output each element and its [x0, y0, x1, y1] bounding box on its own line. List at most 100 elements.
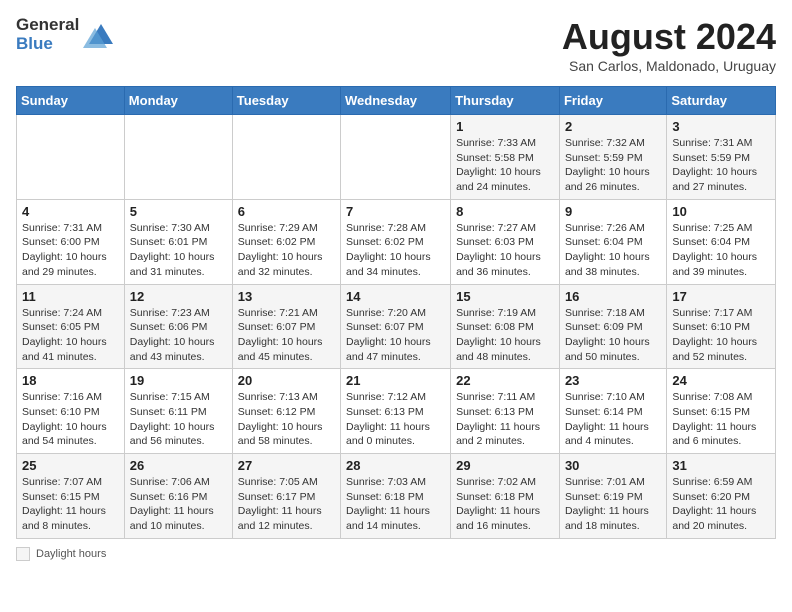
- calendar-cell: 31Sunrise: 6:59 AM Sunset: 6:20 PM Dayli…: [667, 454, 776, 539]
- day-number: 7: [346, 204, 445, 219]
- calendar-cell: 17Sunrise: 7:17 AM Sunset: 6:10 PM Dayli…: [667, 284, 776, 369]
- day-info: Sunrise: 7:05 AM Sunset: 6:17 PM Dayligh…: [238, 475, 335, 534]
- day-info: Sunrise: 7:28 AM Sunset: 6:02 PM Dayligh…: [346, 221, 445, 280]
- calendar-cell: 20 Sunrise: 7:13 AM Sunset: 6:12 PM Dayli…: [232, 369, 340, 454]
- calendar-week-row: 4 Sunrise: 7:31 AM Sunset: 6:00 PM Daylig…: [17, 199, 776, 284]
- day-info: Sunrise: 7:12 AM Sunset: 6:13 PM Dayligh…: [346, 390, 445, 449]
- legend-box: [16, 547, 30, 561]
- location-subtitle: San Carlos, Maldonado, Uruguay: [562, 58, 776, 74]
- day-info: Sunrise: 7:33 AM Sunset: 5:58 PM Dayligh…: [456, 136, 554, 195]
- calendar-cell: 1 Sunrise: 7:33 AM Sunset: 5:58 PM Daylig…: [451, 115, 560, 200]
- logo: General Blue: [16, 16, 113, 53]
- day-number: 23: [565, 373, 661, 388]
- day-number: 19: [130, 373, 227, 388]
- calendar-cell: 6 Sunrise: 7:29 AM Sunset: 6:02 PM Daylig…: [232, 199, 340, 284]
- day-number: 29: [456, 458, 554, 473]
- calendar-table: SundayMondayTuesdayWednesdayThursdayFrid…: [16, 86, 776, 539]
- month-title: August 2024: [562, 16, 776, 58]
- col-header-tuesday: Tuesday: [232, 87, 340, 115]
- day-number: 11: [22, 289, 119, 304]
- calendar-cell: 25Sunrise: 7:07 AM Sunset: 6:15 PM Dayli…: [17, 454, 125, 539]
- day-number: 9: [565, 204, 661, 219]
- calendar-cell: 14 Sunrise: 7:20 AM Sunset: 6:07 PM Dayli…: [341, 284, 451, 369]
- day-number: 28: [346, 458, 445, 473]
- col-header-sunday: Sunday: [17, 87, 125, 115]
- day-info: Sunrise: 7:02 AM Sunset: 6:18 PM Dayligh…: [456, 475, 554, 534]
- calendar-cell: 13Sunrise: 7:21 AM Sunset: 6:07 PM Dayli…: [232, 284, 340, 369]
- calendar-week-row: 18Sunrise: 7:16 AM Sunset: 6:10 PM Dayli…: [17, 369, 776, 454]
- calendar-cell: 10 Sunrise: 7:25 AM Sunset: 6:04 PM Dayli…: [667, 199, 776, 284]
- col-header-saturday: Saturday: [667, 87, 776, 115]
- calendar-cell: 15Sunrise: 7:19 AM Sunset: 6:08 PM Dayli…: [451, 284, 560, 369]
- calendar-cell: 5Sunrise: 7:30 AM Sunset: 6:01 PM Daylig…: [124, 199, 232, 284]
- day-number: 10: [672, 204, 770, 219]
- day-info: Sunrise: 7:03 AM Sunset: 6:18 PM Dayligh…: [346, 475, 445, 534]
- day-info: Sunrise: 7:27 AM Sunset: 6:03 PM Dayligh…: [456, 221, 554, 280]
- logo-icon: [83, 20, 113, 50]
- day-info: Sunrise: 7:25 AM Sunset: 6:04 PM Dayligh…: [672, 221, 770, 280]
- calendar-header-row: SundayMondayTuesdayWednesdayThursdayFrid…: [17, 87, 776, 115]
- col-header-friday: Friday: [559, 87, 666, 115]
- calendar-week-row: 11 Sunrise: 7:24 AM Sunset: 6:05 PM Dayli…: [17, 284, 776, 369]
- day-number: 18: [22, 373, 119, 388]
- day-info: Sunrise: 7:01 AM Sunset: 6:19 PM Dayligh…: [565, 475, 661, 534]
- title-area: August 2024 San Carlos, Maldonado, Urugu…: [562, 16, 776, 74]
- calendar-cell: 18Sunrise: 7:16 AM Sunset: 6:10 PM Dayli…: [17, 369, 125, 454]
- calendar-cell: 29 Sunrise: 7:02 AM Sunset: 6:18 PM Dayli…: [451, 454, 560, 539]
- calendar-cell: 3 Sunrise: 7:31 AM Sunset: 5:59 PM Daylig…: [667, 115, 776, 200]
- day-number: 2: [565, 119, 661, 134]
- calendar-cell: [124, 115, 232, 200]
- day-number: 30: [565, 458, 661, 473]
- calendar-cell: 23 Sunrise: 7:10 AM Sunset: 6:14 PM Dayli…: [559, 369, 666, 454]
- calendar-cell: 11 Sunrise: 7:24 AM Sunset: 6:05 PM Dayli…: [17, 284, 125, 369]
- day-number: 27: [238, 458, 335, 473]
- col-header-wednesday: Wednesday: [341, 87, 451, 115]
- calendar-cell: [232, 115, 340, 200]
- calendar-cell: 26 Sunrise: 7:06 AM Sunset: 6:16 PM Dayli…: [124, 454, 232, 539]
- col-header-thursday: Thursday: [451, 87, 560, 115]
- calendar-cell: 24 Sunrise: 7:08 AM Sunset: 6:15 PM Dayli…: [667, 369, 776, 454]
- day-info: Sunrise: 7:15 AM Sunset: 6:11 PM Dayligh…: [130, 390, 227, 449]
- day-info: Sunrise: 7:31 AM Sunset: 6:00 PM Dayligh…: [22, 221, 119, 280]
- day-info: Sunrise: 7:31 AM Sunset: 5:59 PM Dayligh…: [672, 136, 770, 195]
- calendar-cell: 27 Sunrise: 7:05 AM Sunset: 6:17 PM Dayli…: [232, 454, 340, 539]
- day-number: 26: [130, 458, 227, 473]
- day-info: Sunrise: 7:29 AM Sunset: 6:02 PM Dayligh…: [238, 221, 335, 280]
- day-info: Sunrise: 6:59 AM Sunset: 6:20 PM Dayligh…: [672, 475, 770, 534]
- day-info: Sunrise: 7:08 AM Sunset: 6:15 PM Dayligh…: [672, 390, 770, 449]
- day-info: Sunrise: 7:24 AM Sunset: 6:05 PM Dayligh…: [22, 306, 119, 365]
- calendar-cell: 22Sunrise: 7:11 AM Sunset: 6:13 PM Dayli…: [451, 369, 560, 454]
- day-info: Sunrise: 7:32 AM Sunset: 5:59 PM Dayligh…: [565, 136, 661, 195]
- day-info: Sunrise: 7:23 AM Sunset: 6:06 PM Dayligh…: [130, 306, 227, 365]
- day-info: Sunrise: 7:20 AM Sunset: 6:07 PM Dayligh…: [346, 306, 445, 365]
- day-number: 20: [238, 373, 335, 388]
- legend: Daylight hours: [16, 547, 776, 561]
- calendar-cell: 9 Sunrise: 7:26 AM Sunset: 6:04 PM Daylig…: [559, 199, 666, 284]
- day-number: 16: [565, 289, 661, 304]
- day-info: Sunrise: 7:10 AM Sunset: 6:14 PM Dayligh…: [565, 390, 661, 449]
- calendar-cell: 28 Sunrise: 7:03 AM Sunset: 6:18 PM Dayli…: [341, 454, 451, 539]
- calendar-cell: 30 Sunrise: 7:01 AM Sunset: 6:19 PM Dayli…: [559, 454, 666, 539]
- day-info: Sunrise: 7:18 AM Sunset: 6:09 PM Dayligh…: [565, 306, 661, 365]
- day-info: Sunrise: 7:21 AM Sunset: 6:07 PM Dayligh…: [238, 306, 335, 365]
- day-number: 1: [456, 119, 554, 134]
- day-number: 4: [22, 204, 119, 219]
- day-info: Sunrise: 7:26 AM Sunset: 6:04 PM Dayligh…: [565, 221, 661, 280]
- calendar-week-row: 1 Sunrise: 7:33 AM Sunset: 5:58 PM Daylig…: [17, 115, 776, 200]
- calendar-week-row: 25Sunrise: 7:07 AM Sunset: 6:15 PM Dayli…: [17, 454, 776, 539]
- calendar-cell: 8Sunrise: 7:27 AM Sunset: 6:03 PM Daylig…: [451, 199, 560, 284]
- day-number: 14: [346, 289, 445, 304]
- day-number: 3: [672, 119, 770, 134]
- day-number: 25: [22, 458, 119, 473]
- calendar-cell: [17, 115, 125, 200]
- day-number: 24: [672, 373, 770, 388]
- calendar-cell: 12Sunrise: 7:23 AM Sunset: 6:06 PM Dayli…: [124, 284, 232, 369]
- day-info: Sunrise: 7:06 AM Sunset: 6:16 PM Dayligh…: [130, 475, 227, 534]
- col-header-monday: Monday: [124, 87, 232, 115]
- day-number: 6: [238, 204, 335, 219]
- day-info: Sunrise: 7:13 AM Sunset: 6:12 PM Dayligh…: [238, 390, 335, 449]
- calendar-cell: 16 Sunrise: 7:18 AM Sunset: 6:09 PM Dayli…: [559, 284, 666, 369]
- calendar-cell: 7 Sunrise: 7:28 AM Sunset: 6:02 PM Daylig…: [341, 199, 451, 284]
- logo-blue: Blue: [16, 35, 79, 54]
- day-number: 21: [346, 373, 445, 388]
